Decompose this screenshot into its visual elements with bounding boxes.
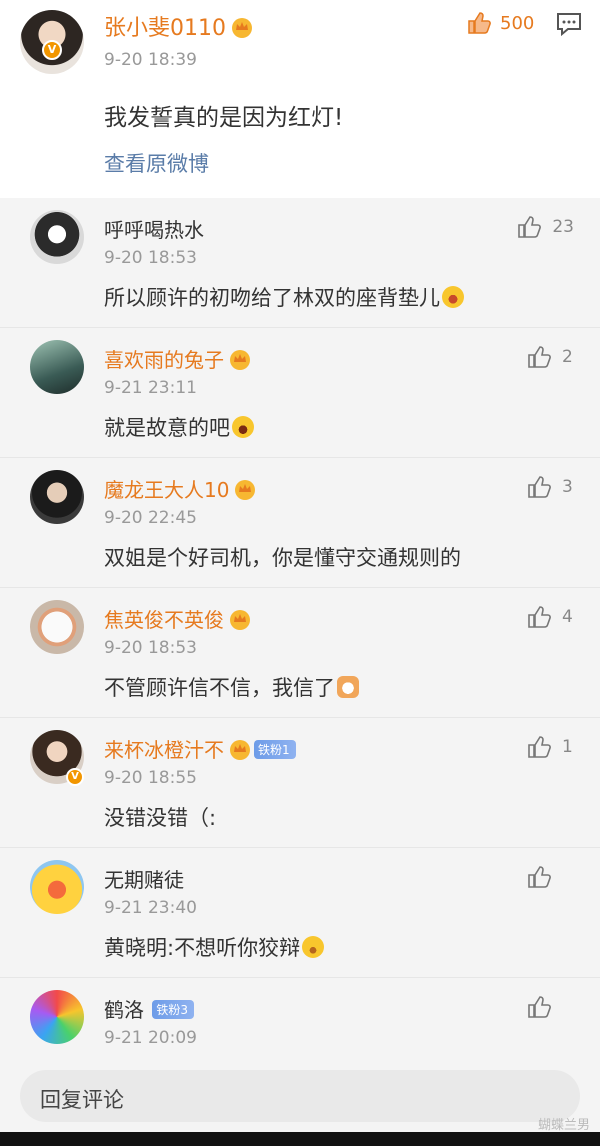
reply-date: 9-21 23:40: [104, 898, 197, 918]
thumbs-up-icon: [528, 866, 551, 888]
view-original-link[interactable]: 查看原微博: [104, 148, 209, 178]
crown-icon: [230, 740, 250, 760]
user-name[interactable]: 张小斐0110: [104, 10, 254, 42]
list-item[interactable]: 魔龙王大人10 9-20 22:45 双姐是个好司机，你是懂守交通规则的 3: [0, 458, 600, 588]
reply-user-name[interactable]: 来杯冰橙汁不 铁粉1: [104, 734, 296, 763]
avatar[interactable]: [30, 210, 84, 264]
reply-date: 9-20 18:55: [104, 768, 197, 788]
reply-date: 9-20 18:53: [104, 248, 197, 268]
laughing-emoji-icon: [442, 286, 464, 308]
watermark: 蝴蝶兰男: [537, 1118, 590, 1133]
crown-icon: [235, 480, 256, 500]
like-button[interactable]: 500: [466, 10, 534, 36]
reply-like-button[interactable]: 2: [526, 344, 574, 370]
reply-user-name[interactable]: 焦英俊不英俊: [104, 604, 252, 633]
reply-date: 9-21 20:09: [104, 1028, 197, 1048]
list-item[interactable]: V 来杯冰橙汁不 铁粉1 9-20 18:55 没错没错（: 1: [0, 718, 600, 848]
reply-list: 呼呼喝热水 9-20 18:53 所以顾许的初吻给了林双的座背垫儿 23 喜欢雨…: [0, 198, 600, 1066]
avatar[interactable]: [30, 990, 84, 1044]
avatar[interactable]: [30, 860, 84, 914]
thumbs-up-icon: [528, 476, 551, 498]
reply-like-button[interactable]: 1: [526, 734, 574, 760]
reply-date: 9-20 18:53: [104, 638, 197, 658]
thumbs-up-icon: [518, 216, 542, 238]
message-icon[interactable]: [556, 12, 582, 36]
system-nav-bar: [0, 1132, 600, 1146]
fan-badge: 铁粉3: [152, 1000, 194, 1019]
reply-text: 双姐是个好司机，你是懂守交通规则的: [104, 546, 461, 570]
reply-like-count: 3: [562, 477, 573, 497]
reply-like-button[interactable]: [526, 864, 574, 890]
post-content: 我发誓真的是因为红灯!: [104, 105, 344, 131]
reply-like-count: 1: [562, 737, 573, 757]
reply-like-count: 2: [562, 347, 573, 367]
reply-user-name[interactable]: 无期赌徒: [104, 864, 184, 893]
reply-user-name[interactable]: 喜欢雨的兔子: [104, 344, 252, 373]
reply-user-name[interactable]: 呼呼喝热水: [104, 214, 204, 243]
reply-like-button[interactable]: 4: [526, 604, 574, 630]
smirk-emoji-icon: [302, 936, 325, 958]
crown-icon: [230, 610, 250, 630]
like-count: 500: [500, 12, 535, 34]
original-post: V 张小斐0110 9-20 18:39 500 我发誓真的是因为红灯! 查看原…: [0, 0, 600, 198]
reply-text: 就是故意的吧: [104, 412, 254, 442]
reply-text: 所以顾许的初吻给了林双的座背垫儿: [104, 282, 464, 312]
list-item[interactable]: 焦英俊不英俊 9-20 18:53 不管顾许信不信，我信了 4: [0, 588, 600, 718]
list-item[interactable]: 无期赌徒 9-21 23:40 黄晓明:不想听你狡辩: [0, 848, 600, 978]
list-item[interactable]: 呼呼喝热水 9-20 18:53 所以顾许的初吻给了林双的座背垫儿 23: [0, 198, 600, 328]
post-timestamp: 9-20 18:39: [104, 50, 197, 70]
fan-badge: 铁粉1: [254, 740, 296, 759]
verified-icon: V: [66, 768, 84, 786]
thumbs-up-icon: [528, 996, 551, 1018]
crown-icon: [230, 350, 250, 370]
reply-user-name[interactable]: 鹤洛 铁粉3: [104, 994, 194, 1023]
crown-icon: [232, 18, 252, 38]
list-item[interactable]: 鹤洛 铁粉3 9-21 20:09: [0, 978, 600, 1066]
reply-user-name[interactable]: 魔龙王大人10: [104, 474, 257, 503]
reply-text: 黄晓明:不想听你狡辩: [104, 932, 325, 962]
cat-emoji-icon: [337, 676, 359, 698]
grinning-emoji-icon: [232, 416, 254, 438]
verified-icon: V: [42, 40, 62, 60]
reply-date: 9-20 22:45: [104, 508, 197, 528]
reply-like-button[interactable]: 23: [516, 214, 574, 240]
avatar[interactable]: [30, 340, 84, 394]
thumbs-up-icon: [528, 736, 551, 758]
reply-like-button[interactable]: [526, 994, 574, 1020]
reply-like-count: 23: [552, 217, 574, 237]
list-item[interactable]: 喜欢雨的兔子 9-21 23:11 就是故意的吧 2: [0, 328, 600, 458]
reply-text: 不管顾许信不信，我信了: [104, 672, 359, 702]
avatar[interactable]: [30, 600, 84, 654]
reply-date: 9-21 23:11: [104, 378, 197, 398]
thumbs-up-icon: [528, 346, 551, 368]
thumbs-up-icon: [528, 606, 551, 628]
reply-like-button[interactable]: 3: [526, 474, 574, 500]
reply-text: 没错没错（:: [104, 806, 217, 830]
reply-input[interactable]: 回复评论: [20, 1070, 580, 1122]
avatar[interactable]: [30, 470, 84, 524]
thumbs-up-icon: [468, 12, 491, 34]
reply-input-placeholder: 回复评论: [40, 1088, 124, 1112]
reply-like-count: 4: [562, 607, 573, 627]
